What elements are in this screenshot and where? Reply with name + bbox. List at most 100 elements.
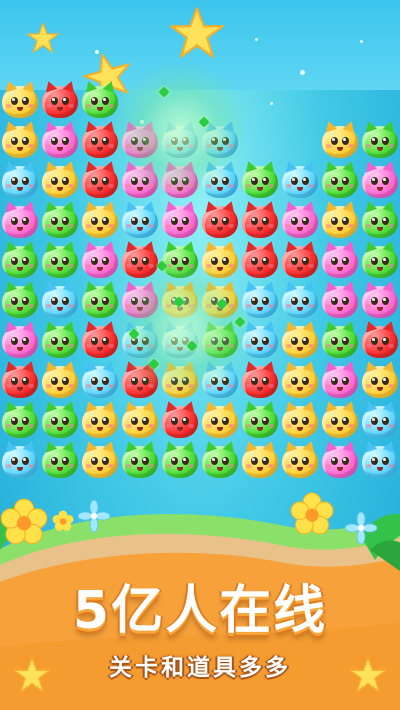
cat-candy-blue[interactable] [0, 159, 40, 200]
cat-candy-green[interactable] [0, 399, 40, 440]
cat-candy-pink[interactable] [320, 439, 360, 480]
cat-candy-yellow[interactable] [40, 359, 80, 400]
cat-candy-red[interactable] [240, 199, 280, 240]
cat-candy-icon [362, 279, 398, 318]
cat-candy-icon [242, 239, 278, 278]
cat-candy-green[interactable] [320, 159, 360, 200]
cat-candy-icon [42, 79, 78, 118]
cat-candy-pink[interactable] [40, 119, 80, 160]
cat-candy-red[interactable] [360, 319, 400, 360]
cat-candy-icon [322, 359, 358, 398]
cat-candy-yellow[interactable] [120, 399, 160, 440]
cat-candy-green[interactable] [40, 239, 80, 280]
clear-burst-effect [110, 60, 250, 200]
cat-candy-icon [82, 199, 118, 238]
cat-candy-yellow[interactable] [0, 119, 40, 160]
cat-candy-yellow[interactable] [80, 399, 120, 440]
cat-candy-blue[interactable] [40, 279, 80, 320]
cat-candy-red[interactable] [40, 79, 80, 120]
cat-candy-green[interactable] [160, 439, 200, 480]
flower-icon [78, 500, 110, 532]
cat-candy-icon [242, 359, 278, 398]
cat-candy-icon [2, 199, 38, 238]
cat-candy-yellow[interactable] [280, 439, 320, 480]
cat-candy-yellow[interactable] [320, 399, 360, 440]
cat-candy-icon [362, 199, 398, 238]
cat-candy-yellow[interactable] [80, 199, 120, 240]
cat-candy-icon [322, 439, 358, 478]
cat-candy-icon [322, 199, 358, 238]
cat-candy-green[interactable] [240, 159, 280, 200]
cat-candy-blue[interactable] [280, 159, 320, 200]
cat-candy-green[interactable] [0, 279, 40, 320]
cat-candy-yellow[interactable] [0, 79, 40, 120]
cat-candy-yellow[interactable] [280, 399, 320, 440]
cat-candy-green[interactable] [120, 439, 160, 480]
cat-candy-pink[interactable] [360, 159, 400, 200]
cat-candy-pink[interactable] [0, 319, 40, 360]
cat-candy-red[interactable] [200, 199, 240, 240]
cat-candy-icon [242, 159, 278, 198]
cat-candy-pink[interactable] [0, 199, 40, 240]
cat-candy-blue[interactable] [280, 279, 320, 320]
cat-candy-green[interactable] [240, 399, 280, 440]
cat-candy-yellow[interactable] [80, 439, 120, 480]
cat-candy-red[interactable] [280, 239, 320, 280]
cat-candy-icon [42, 239, 78, 278]
cat-candy-icon [362, 399, 398, 438]
cat-candy-green[interactable] [320, 319, 360, 360]
cat-candy-blue[interactable] [120, 199, 160, 240]
cat-candy-pink[interactable] [160, 199, 200, 240]
cat-candy-pink[interactable] [360, 279, 400, 320]
cat-candy-pink[interactable] [320, 239, 360, 280]
cat-candy-green[interactable] [360, 199, 400, 240]
star-icon [26, 22, 59, 53]
cat-candy-yellow[interactable] [280, 359, 320, 400]
cat-candy-icon [42, 279, 78, 318]
cat-candy-pink[interactable] [80, 239, 120, 280]
cat-candy-icon [242, 439, 278, 478]
cat-candy-pink[interactable] [320, 279, 360, 320]
cat-candy-icon [42, 399, 78, 438]
cat-candy-icon [362, 359, 398, 398]
cat-candy-blue[interactable] [0, 439, 40, 480]
cat-candy-icon [2, 359, 38, 398]
cat-candy-pink[interactable] [280, 199, 320, 240]
cat-candy-yellow[interactable] [240, 439, 280, 480]
cat-candy-pink[interactable] [320, 359, 360, 400]
cat-candy-yellow[interactable] [360, 359, 400, 400]
cat-candy-green[interactable] [40, 199, 80, 240]
cat-candy-icon [362, 439, 398, 478]
cat-candy-icon [42, 439, 78, 478]
cat-candy-red[interactable] [80, 159, 120, 200]
cat-candy-icon [122, 199, 158, 238]
cat-candy-icon [362, 159, 398, 198]
cat-candy-icon [162, 399, 198, 438]
flower-icon [52, 510, 74, 531]
cat-candy-blue[interactable] [360, 399, 400, 440]
cat-candy-icon [122, 399, 158, 438]
cat-candy-green[interactable] [40, 399, 80, 440]
cat-candy-yellow[interactable] [320, 119, 360, 160]
cat-candy-blue[interactable] [80, 359, 120, 400]
cat-candy-icon [282, 199, 318, 238]
cat-candy-green[interactable] [200, 439, 240, 480]
flower-icon [290, 492, 334, 535]
cat-candy-icon [82, 159, 118, 198]
cat-candy-yellow[interactable] [280, 319, 320, 360]
cat-candy-icon [2, 399, 38, 438]
cat-candy-icon [202, 199, 238, 238]
cat-candy-yellow[interactable] [200, 399, 240, 440]
cat-candy-yellow[interactable] [40, 159, 80, 200]
cat-candy-green[interactable] [360, 239, 400, 280]
cat-candy-green[interactable] [40, 439, 80, 480]
cat-candy-red[interactable] [160, 399, 200, 440]
cat-candy-green[interactable] [0, 239, 40, 280]
cat-candy-red[interactable] [240, 239, 280, 280]
cat-candy-green[interactable] [40, 319, 80, 360]
cat-candy-blue[interactable] [360, 439, 400, 480]
cat-candy-yellow[interactable] [320, 199, 360, 240]
cat-candy-red[interactable] [0, 359, 40, 400]
flower-icon [345, 512, 377, 544]
cat-candy-green[interactable] [360, 119, 400, 160]
